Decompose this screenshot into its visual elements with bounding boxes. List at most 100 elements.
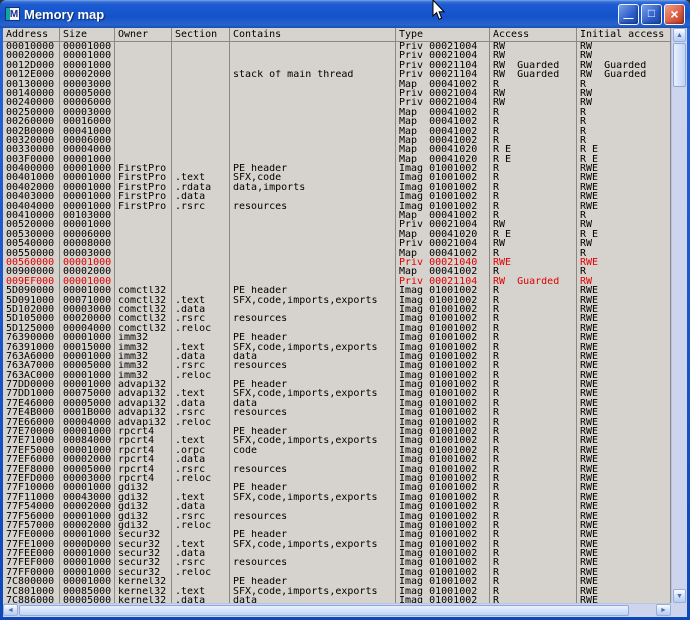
- table-row[interactable]: 5D10500000020000comctl32.rsrcresourcesIm…: [3, 314, 671, 323]
- table-row[interactable]: 5D09100000071000comctl32.textSFX,code,im…: [3, 296, 671, 305]
- table-row[interactable]: 0040200000001000FirstPro.rdatadata,impor…: [3, 183, 671, 192]
- table-row[interactable]: 0054000000008000Priv 00021004RWRW: [3, 239, 671, 248]
- table-row[interactable]: 77F5700000002000gdi32.relocImag 01001002…: [3, 521, 671, 530]
- table-row[interactable]: 77EF500000001000rpcrt4.orpccodeImag 0100…: [3, 446, 671, 455]
- table-row[interactable]: 0052000000001000Priv 00021004RWRW: [3, 220, 671, 229]
- table-row[interactable]: 0040100000001000FirstPro.textSFX,codeIma…: [3, 173, 671, 182]
- column-header-contains[interactable]: Contains: [230, 28, 396, 41]
- table-row[interactable]: 009EF00000001000Priv 00021104RW GuardedR…: [3, 277, 671, 286]
- table-row[interactable]: 0040400000001000FirstPro.rsrcresourcesIm…: [3, 202, 671, 211]
- table-row[interactable]: 0055000000003000Map 00041002RR: [3, 249, 671, 258]
- table-row[interactable]: 5D10200000003000comctl32.dataImag 010010…: [3, 305, 671, 314]
- table-row[interactable]: 0001000000001000Priv 00021004RWRW: [3, 42, 671, 51]
- cell-initial: RWE: [577, 361, 671, 370]
- table-row[interactable]: 5D12500000004000comctl32.relocImag 01001…: [3, 324, 671, 333]
- table-row[interactable]: 77FF000000001000secur32.relocImag 010010…: [3, 568, 671, 577]
- table-row[interactable]: 0026000000016000Map 00041002RR: [3, 117, 671, 126]
- cell-owner: [115, 267, 172, 276]
- scroll-up-button[interactable]: ▲: [673, 28, 686, 42]
- table-row[interactable]: 7C80100000085000kernel32.textSFX,code,im…: [3, 587, 671, 596]
- cell-initial: R: [577, 80, 671, 89]
- column-header-access[interactable]: Access: [490, 28, 577, 41]
- table-row[interactable]: 0012E00000002000stack of main threadPriv…: [3, 70, 671, 79]
- column-header-size[interactable]: Size: [60, 28, 115, 41]
- cell-contains: data: [230, 352, 396, 361]
- scroll-right-button[interactable]: ►: [656, 604, 671, 616]
- cell-owner: advapi32: [115, 418, 172, 427]
- cell-type: Imag 01001002: [396, 324, 490, 333]
- table-row[interactable]: 77E4600000005000advapi32.datadataImag 01…: [3, 399, 671, 408]
- column-header-owner[interactable]: Owner: [115, 28, 172, 41]
- table-row[interactable]: 7C80000000001000kernel32PE headerImag 01…: [3, 577, 671, 586]
- minimize-button[interactable]: —: [618, 4, 639, 25]
- table-row[interactable]: 77FE10000000D000secur32.textSFX,code,imp…: [3, 540, 671, 549]
- column-header-address[interactable]: Address: [3, 28, 60, 41]
- table-row[interactable]: 77F1100000043000gdi32.textSFX,code,impor…: [3, 493, 671, 502]
- column-header-initial-access[interactable]: Initial access: [577, 28, 671, 41]
- horizontal-scrollbar[interactable]: ◄ ►: [3, 603, 671, 617]
- table-row[interactable]: 77EFD00000003000rpcrt4.relocImag 0100100…: [3, 474, 671, 483]
- cell-initial: RWE: [577, 192, 671, 201]
- table-row[interactable]: 763A700000005000imm32.rsrcresourcesImag …: [3, 361, 671, 370]
- table-row[interactable]: 77F1000000001000gdi32PE headerImag 01001…: [3, 483, 671, 492]
- cell-owner: secur32: [115, 540, 172, 549]
- table-row[interactable]: 0013000000003000Map 00041002RR: [3, 80, 671, 89]
- cell-address: 00402000: [3, 183, 60, 192]
- table-row[interactable]: 77EF600000002000rpcrt4.dataImag 01001002…: [3, 455, 671, 464]
- vertical-scrollbar[interactable]: ▲ ▼: [671, 28, 687, 603]
- cell-address: 00404000: [3, 202, 60, 211]
- cell-initial: RWE: [577, 474, 671, 483]
- table-row[interactable]: 77E7000000001000rpcrt4PE headerImag 0100…: [3, 427, 671, 436]
- table-row[interactable]: 0090000000002000Map 00041002RR: [3, 267, 671, 276]
- vertical-scroll-thumb[interactable]: [673, 43, 686, 87]
- table-row[interactable]: 763A600000001000imm32.datadataImag 01001…: [3, 352, 671, 361]
- maximize-button[interactable]: □: [641, 4, 662, 25]
- table-row[interactable]: 0012D00000001000Priv 00021104RW GuardedR…: [3, 61, 671, 70]
- table-row[interactable]: 77DD100000075000advapi32.textSFX,code,im…: [3, 389, 671, 398]
- table-row[interactable]: 5D09000000001000comctl32PE headerImag 01…: [3, 286, 671, 295]
- table-row[interactable]: 77FEE00000001000secur32.dataImag 0100100…: [3, 549, 671, 558]
- table-row[interactable]: 002B000000041000Map 00041002RR: [3, 127, 671, 136]
- cell-size: 00008000: [60, 239, 115, 248]
- table-row[interactable]: 77FE000000001000secur32PE headerImag 010…: [3, 530, 671, 539]
- cell-initial: RWE: [577, 399, 671, 408]
- table-row[interactable]: 003F000000001000Map 00041020R ER E: [3, 155, 671, 164]
- horizontal-scroll-thumb[interactable]: [19, 605, 629, 616]
- cell-section: .rsrc: [172, 512, 230, 521]
- table-row[interactable]: 77E4B0000001B000advapi32.rsrcresourcesIm…: [3, 408, 671, 417]
- table-row[interactable]: 0032000000006000Map 00041002RR: [3, 136, 671, 145]
- column-header-section[interactable]: Section: [172, 28, 230, 41]
- scroll-left-button[interactable]: ◄: [3, 604, 18, 616]
- cell-address: 00520000: [3, 220, 60, 229]
- table-row[interactable]: 77F5600000001000gdi32.rsrcresourcesImag …: [3, 512, 671, 521]
- cell-type: Priv 00021004: [396, 89, 490, 98]
- table-row[interactable]: 0025000000003000Map 00041002RR: [3, 108, 671, 117]
- table-row[interactable]: 7C88600000005000kernel32.datadataImag 01…: [3, 596, 671, 603]
- table-row[interactable]: 0040000000001000FirstProPE headerImag 01…: [3, 164, 671, 173]
- cell-access: R: [490, 136, 577, 145]
- table-row[interactable]: 7639100000015000imm32.textSFX,code,impor…: [3, 343, 671, 352]
- table-row[interactable]: 0040300000001000FirstPro.dataImag 010010…: [3, 192, 671, 201]
- cell-section: .reloc: [172, 474, 230, 483]
- table-row[interactable]: 77E6600000004000advapi32.relocImag 01001…: [3, 418, 671, 427]
- titlebar[interactable]: M Memory map — □ ×: [0, 0, 690, 28]
- table-row[interactable]: 0014000000005000Priv 00021004RWRW: [3, 89, 671, 98]
- scroll-down-button[interactable]: ▼: [673, 589, 686, 603]
- table-row[interactable]: 77EF800000005000rpcrt4.rsrcresourcesImag…: [3, 465, 671, 474]
- table-row[interactable]: 0024000000006000Priv 00021004RWRW: [3, 98, 671, 107]
- table-row[interactable]: 77F5400000002000gdi32.dataImag 01001002R…: [3, 502, 671, 511]
- table-row[interactable]: 0002000000001000Priv 00021004RWRW: [3, 51, 671, 60]
- table-row[interactable]: 0041000000103000Map 00041002RR: [3, 211, 671, 220]
- table-row[interactable]: 77FEF00000001000secur32.rsrcresourcesIma…: [3, 558, 671, 567]
- column-header-type[interactable]: Type: [396, 28, 490, 41]
- table-row[interactable]: 0053000000006000Map 00041020R ER E: [3, 230, 671, 239]
- table-row[interactable]: 77DD000000001000advapi32PE headerImag 01…: [3, 380, 671, 389]
- table-row[interactable]: 7639000000001000imm32PE headerImag 01001…: [3, 333, 671, 342]
- cell-access: R: [490, 408, 577, 417]
- table-row[interactable]: 77E7100000084000rpcrt4.textSFX,code,impo…: [3, 436, 671, 445]
- close-button[interactable]: ×: [664, 4, 685, 25]
- cell-contains: SFX,code,imports,exports: [230, 296, 396, 305]
- table-row[interactable]: 0056000000001000Priv 00021040RWERWE: [3, 258, 671, 267]
- table-row[interactable]: 0033000000004000Map 00041020R ER E: [3, 145, 671, 154]
- table-row[interactable]: 763AC00000001000imm32.relocImag 01001002…: [3, 371, 671, 380]
